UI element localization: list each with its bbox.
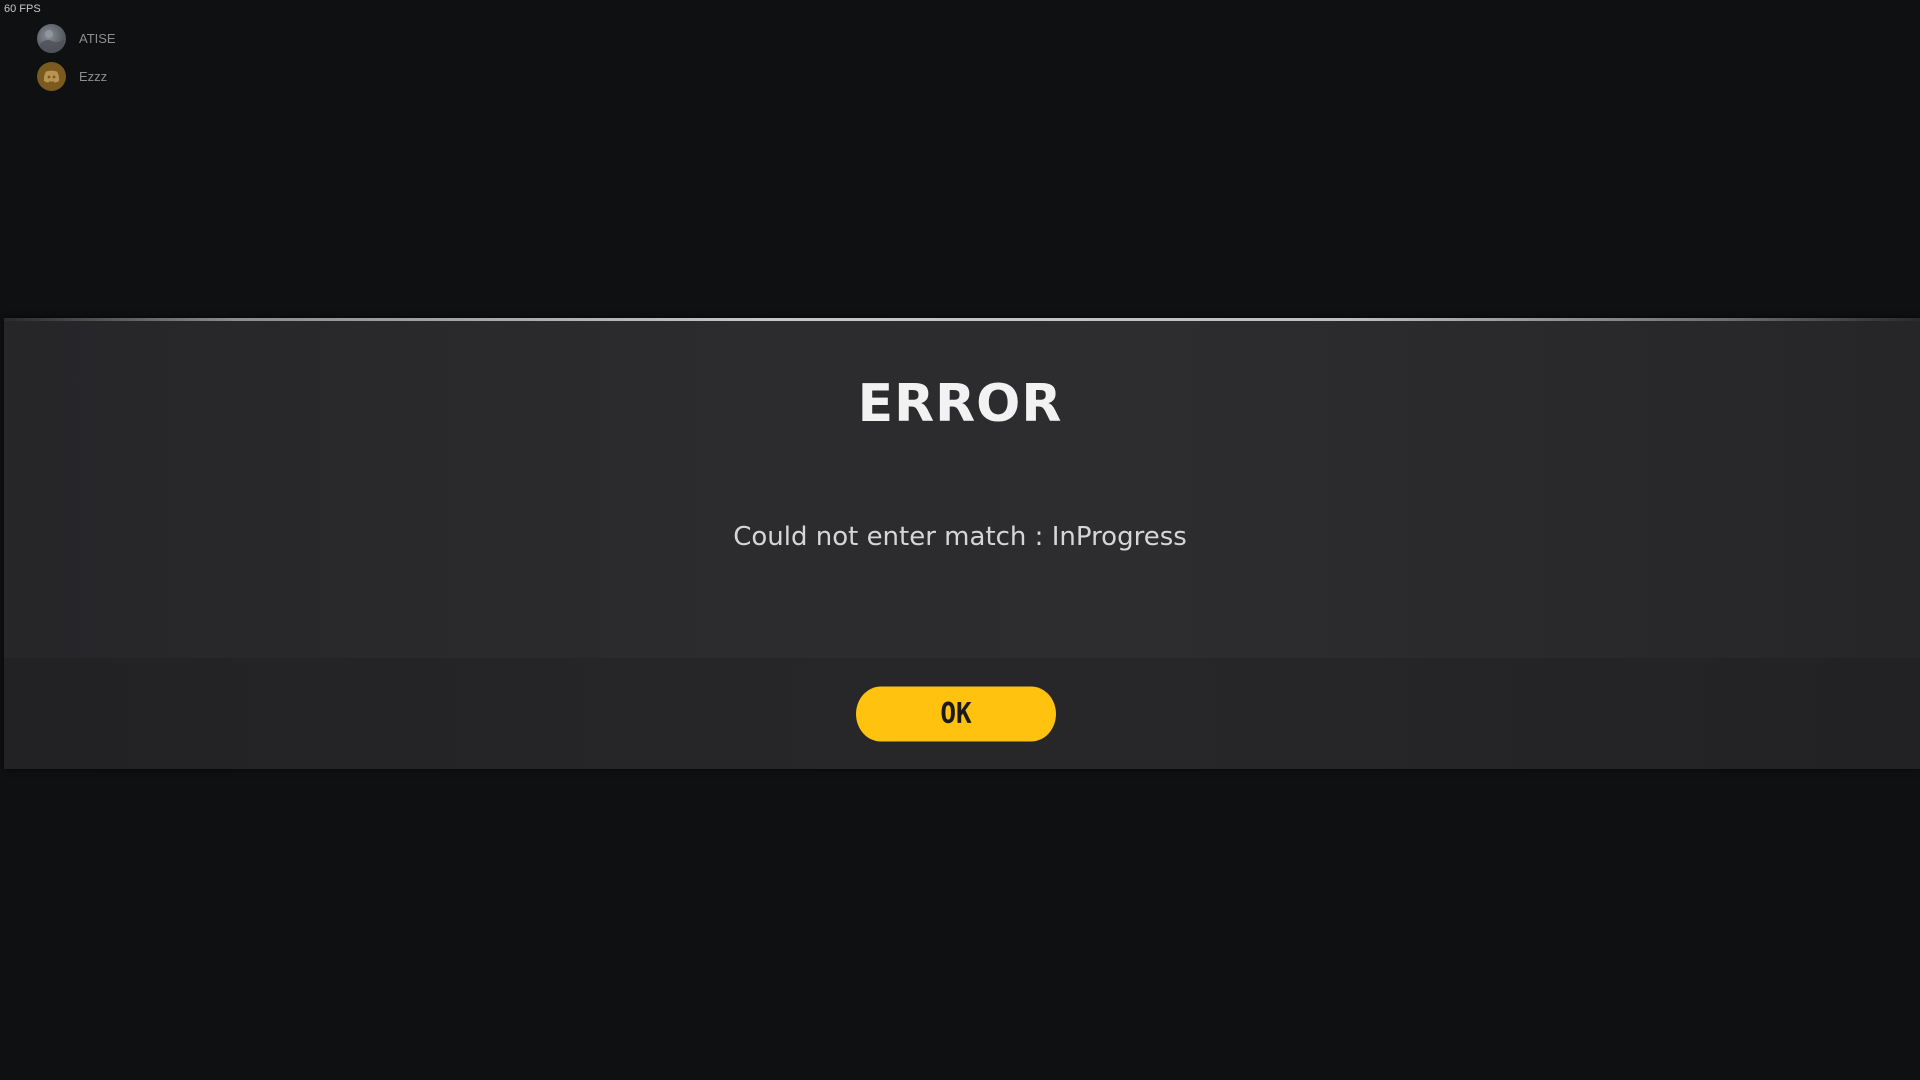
fps-counter: 60 FPS (4, 3, 41, 15)
profile-picture-icon (40, 29, 64, 53)
dialog-message: Could not enter match : InProgress (733, 522, 1187, 552)
avatar (37, 23, 66, 53)
discord-icon (43, 70, 60, 83)
ok-button[interactable]: OK (856, 686, 1056, 742)
dialog-footer: OK (4, 658, 1920, 769)
avatar (37, 61, 66, 91)
party-list: ATISE Ezzz (37, 23, 116, 99)
party-member-name: Ezzz (79, 68, 108, 84)
dialog-title: ERROR (857, 374, 1063, 434)
dialog-body: ERROR Could not enter match : InProgress (4, 318, 1920, 658)
party-member-name: ATISE (79, 30, 116, 46)
error-dialog: ERROR Could not enter match : InProgress… (4, 318, 1920, 769)
party-member[interactable]: ATISE (37, 23, 116, 53)
party-member[interactable]: Ezzz (37, 61, 116, 91)
